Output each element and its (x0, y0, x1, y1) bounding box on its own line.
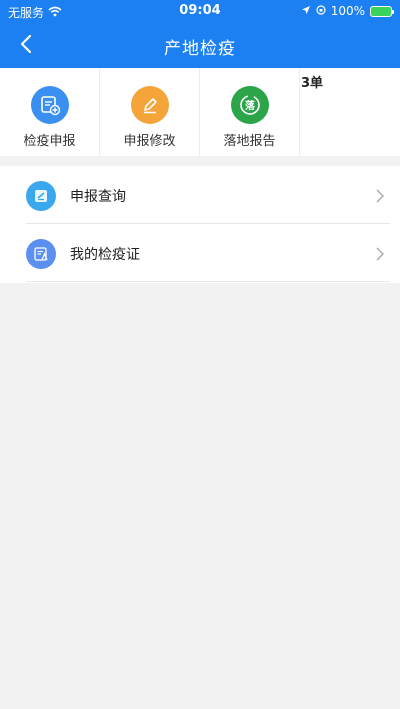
edit-icon (131, 86, 169, 124)
battery-icon (370, 5, 394, 17)
certificate-icon (26, 239, 56, 269)
quick-action-label: 检疫申报 (23, 134, 76, 149)
app-header: 无服务 09:04 100% 产地检疫 (0, 0, 400, 68)
quick-action-label: 落地报告 (223, 134, 276, 149)
page-title: 产地检疫 (164, 39, 236, 59)
rotation-lock-icon (316, 4, 326, 18)
list-item-label: 申报查询 (70, 189, 126, 205)
declare-icon (31, 86, 69, 124)
location-arrow-icon (301, 4, 311, 18)
status-bar: 无服务 09:04 100% (0, 0, 400, 24)
count-badge: 3单 (300, 76, 323, 91)
quick-action-landing-report[interactable]: 3单 落 落地报告 (200, 68, 323, 156)
landing-icon-glyph: 落 (245, 99, 256, 112)
list-item-certificate[interactable]: 我的检疫证 (26, 224, 390, 282)
quick-action-declare[interactable]: 检疫申报 (0, 68, 100, 156)
landing-icon: 落 (231, 86, 269, 124)
menu-list: 申报查询 我的检疫证 (0, 166, 400, 283)
quick-action-label: 申报修改 (123, 134, 176, 149)
battery-percent: 100% (330, 4, 365, 18)
nav-bar: 产地检疫 (0, 24, 400, 68)
query-icon (26, 181, 56, 211)
list-item-label: 我的检疫证 (70, 247, 140, 263)
chevron-right-icon (376, 188, 385, 207)
quick-actions: 检疫申报 申报修改 3单 落 落地报告 (0, 68, 400, 156)
chevron-right-icon (376, 246, 385, 265)
quick-action-edit[interactable]: 申报修改 (100, 68, 200, 156)
status-right: 100% (301, 4, 394, 18)
list-item-query[interactable]: 申报查询 (26, 166, 390, 224)
